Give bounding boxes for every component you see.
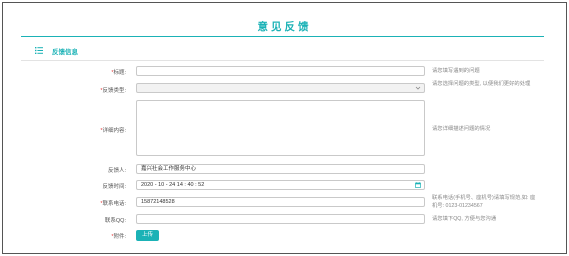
time-label: 反馈时间: xyxy=(102,184,126,190)
qq-label: 联系QQ: xyxy=(104,218,126,224)
detail-label: *详细内容: xyxy=(100,128,126,134)
title-input[interactable] xyxy=(136,66,425,76)
detail-textarea[interactable] xyxy=(136,100,425,156)
section-header: 反馈信息 xyxy=(21,44,544,58)
upload-button[interactable]: 上传 xyxy=(136,230,159,241)
page-title: 意见反馈 xyxy=(257,21,312,33)
chevron-down-icon xyxy=(415,86,421,90)
type-hint: 请您选择问题的类型, 以便我们更好的处理 xyxy=(432,81,531,87)
detail-hint: 请您详细描述问题的情况 xyxy=(432,126,491,132)
type-select[interactable] xyxy=(136,83,425,93)
title-hint: 请您填写遇到的问题 xyxy=(432,68,480,74)
section-label: 反馈信息 xyxy=(52,49,78,56)
time-input[interactable]: 2020 - 10 - 24 14 : 40 : 52 xyxy=(136,180,425,190)
section-divider xyxy=(21,60,544,61)
calendar-icon[interactable] xyxy=(415,182,421,188)
person-input[interactable]: 嘉兴社会工作服务中心 xyxy=(136,164,425,174)
attachment-label: *附件: xyxy=(111,234,126,240)
phone-hint: 联系电话(手机号、座机号)请填写规范,如: 座机号: 0123-01234567 xyxy=(432,195,536,209)
title-divider xyxy=(21,36,544,37)
title-label: *标题: xyxy=(111,70,126,76)
qq-hint: 请您填下QQ, 方便与您沟通 xyxy=(432,216,497,222)
phone-label: *联系电话: xyxy=(100,201,126,207)
type-label: *反馈类型: xyxy=(100,88,126,94)
phone-input[interactable]: 15872148528 xyxy=(136,197,425,207)
qq-input[interactable] xyxy=(136,214,425,224)
person-label: 反馈人: xyxy=(107,168,126,174)
list-icon xyxy=(35,47,43,54)
